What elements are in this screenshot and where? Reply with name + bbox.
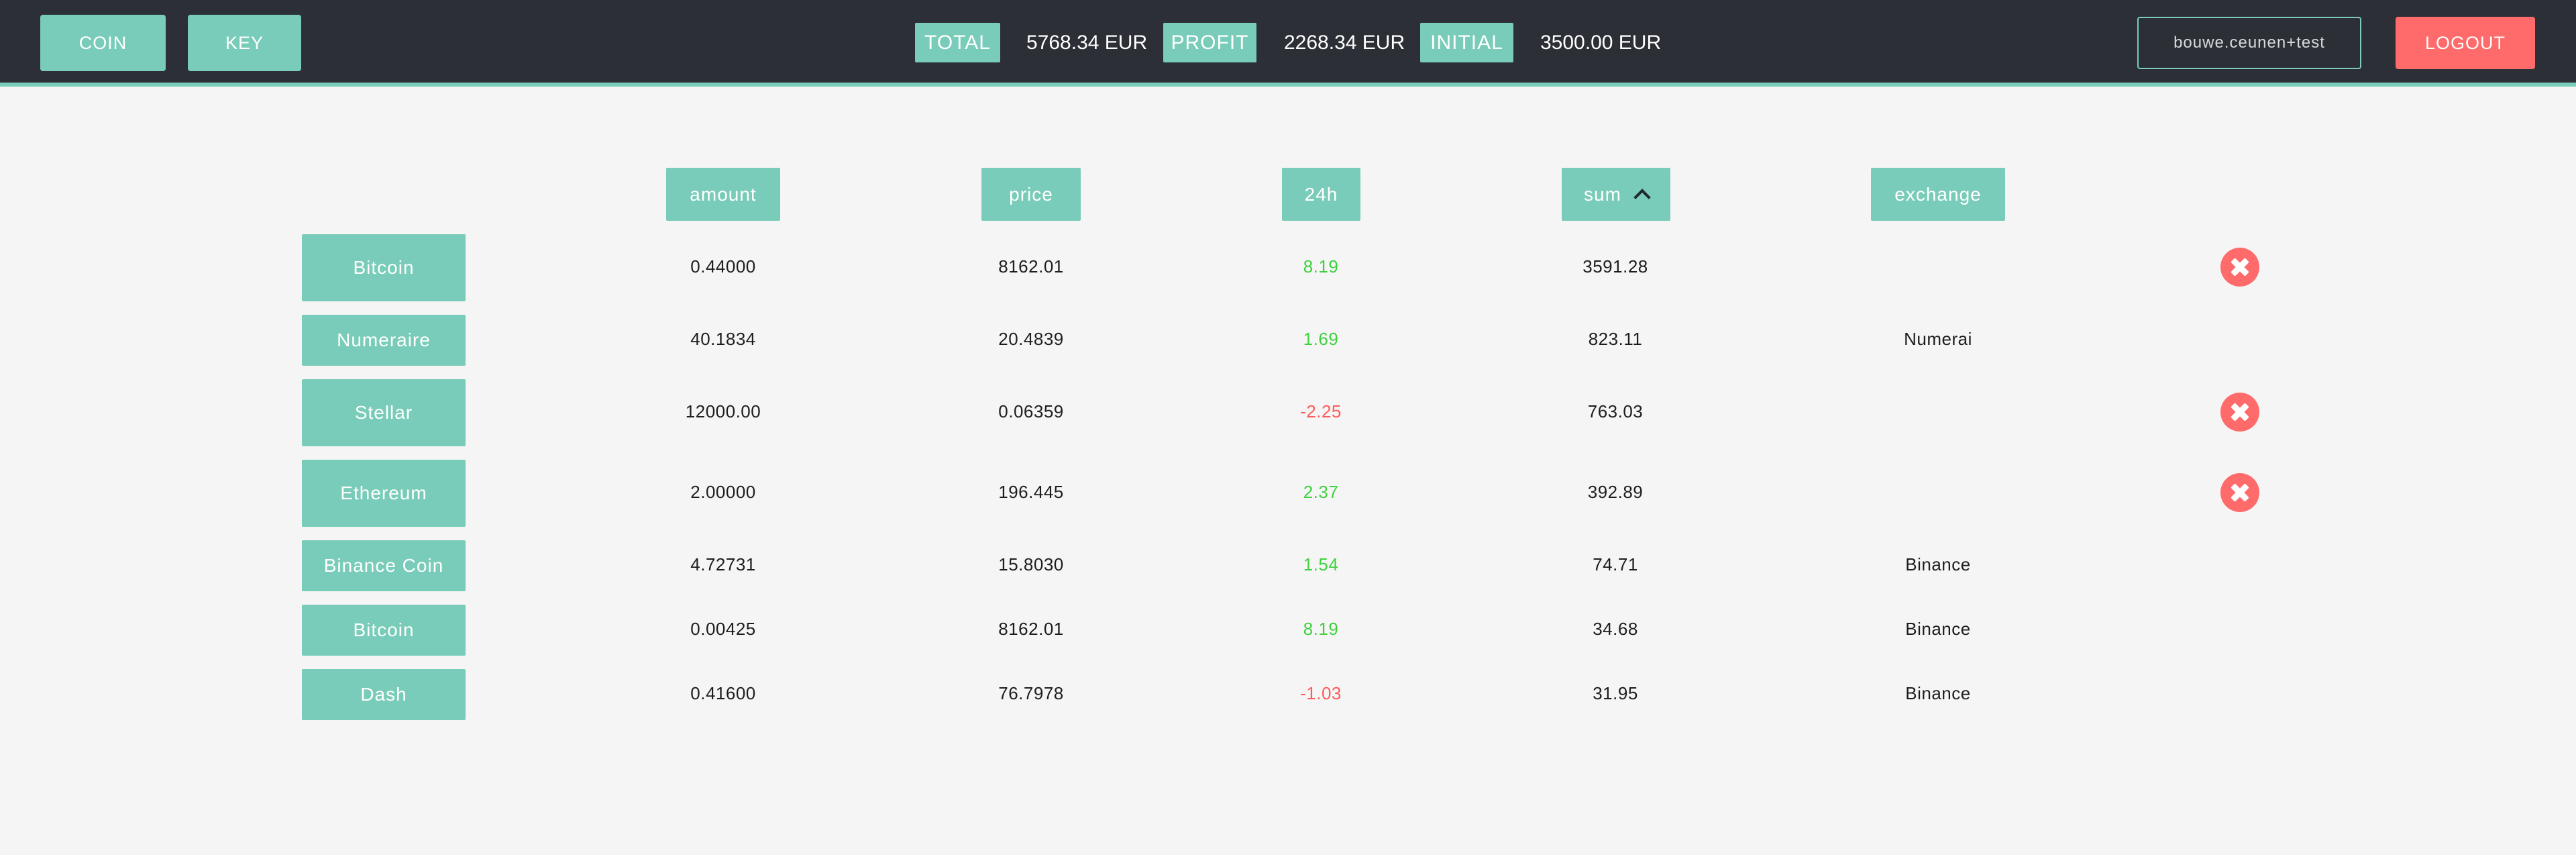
exchange-cell: Binance xyxy=(1905,683,1971,703)
amount-cell: 0.41600 xyxy=(690,683,756,703)
change-cell: 1.69 xyxy=(1303,329,1339,349)
change-cell: 8.19 xyxy=(1303,619,1339,639)
top-bar: COIN KEY TOTAL 5768.34 EUR PROFIT 2268.3… xyxy=(0,0,2576,87)
column-header-24h-label: 24h xyxy=(1304,183,1338,205)
exchange-cell: Binance xyxy=(1905,554,1971,574)
column-header-exchange[interactable]: exchange xyxy=(1871,168,2005,221)
exchange-cell: Binance xyxy=(1905,619,1971,639)
chevron-up-icon xyxy=(1633,188,1651,206)
sum-cell: 392.89 xyxy=(1587,482,1644,502)
price-cell: 8162.01 xyxy=(998,256,1064,276)
profit-value: 2268.34 EUR xyxy=(1284,31,1405,54)
column-header-amount[interactable]: amount xyxy=(666,168,780,221)
close-icon[interactable] xyxy=(2220,248,2259,287)
coin-button-ethereum[interactable]: Ethereum xyxy=(302,460,466,527)
coin-button-bitcoin[interactable]: Bitcoin xyxy=(302,234,466,301)
logout-button[interactable]: LOGOUT xyxy=(2396,17,2535,69)
amount-cell: 4.72731 xyxy=(690,554,756,574)
coin-button-bitcoin-2[interactable]: Bitcoin xyxy=(302,605,466,656)
initial-value: 3500.00 EUR xyxy=(1540,31,1662,54)
sum-cell: 823.11 xyxy=(1588,329,1643,349)
price-cell: 15.8030 xyxy=(998,554,1064,574)
change-cell: 2.37 xyxy=(1303,482,1339,502)
sum-cell: 763.03 xyxy=(1587,401,1644,421)
price-cell: 8162.01 xyxy=(998,619,1064,639)
column-header-sum-label: sum xyxy=(1584,183,1621,205)
price-cell: 76.7978 xyxy=(998,683,1064,703)
exchange-cell: Numerai xyxy=(1904,329,1972,349)
total-value: 5768.34 EUR xyxy=(1026,31,1148,54)
change-cell: 1.54 xyxy=(1303,554,1339,574)
sum-cell: 3591.28 xyxy=(1582,256,1648,276)
amount-cell: 0.44000 xyxy=(690,256,756,276)
price-cell: 20.4839 xyxy=(998,329,1064,349)
coin-button-numeraire[interactable]: Numeraire xyxy=(302,315,466,366)
amount-cell: 2.00000 xyxy=(690,482,756,502)
amount-cell: 0.00425 xyxy=(690,619,756,639)
coin-button-binance-coin[interactable]: Binance Coin xyxy=(302,540,466,591)
coin-button[interactable]: COIN xyxy=(40,15,166,71)
change-cell: -2.25 xyxy=(1300,401,1342,421)
amount-cell: 40.1834 xyxy=(690,329,756,349)
change-cell: -1.03 xyxy=(1300,683,1342,703)
change-cell: 8.19 xyxy=(1303,256,1339,276)
coin-button-dash[interactable]: Dash xyxy=(302,669,466,720)
column-header-24h[interactable]: 24h xyxy=(1282,168,1360,221)
column-header-exchange-label: exchange xyxy=(1894,183,1982,205)
column-header-price-label: price xyxy=(1009,183,1053,205)
user-account-field[interactable]: bouwe.ceunen+test xyxy=(2137,17,2361,69)
coin-button-stellar[interactable]: Stellar xyxy=(302,379,466,446)
total-label: TOTAL xyxy=(915,23,1000,62)
close-icon[interactable] xyxy=(2220,393,2259,432)
initial-label: INITIAL xyxy=(1420,23,1513,62)
close-icon[interactable] xyxy=(2220,473,2259,512)
sum-cell: 31.95 xyxy=(1593,683,1638,703)
amount-cell: 12000.00 xyxy=(685,401,761,421)
price-cell: 196.445 xyxy=(998,482,1064,502)
sum-cell: 34.68 xyxy=(1593,619,1638,639)
key-button[interactable]: KEY xyxy=(188,15,301,71)
column-header-price[interactable]: price xyxy=(981,168,1081,221)
sum-cell: 74.71 xyxy=(1593,554,1638,574)
column-header-amount-label: amount xyxy=(690,183,757,205)
price-cell: 0.06359 xyxy=(998,401,1064,421)
column-header-sum[interactable]: sum xyxy=(1562,168,1670,221)
profit-label: PROFIT xyxy=(1163,23,1256,62)
